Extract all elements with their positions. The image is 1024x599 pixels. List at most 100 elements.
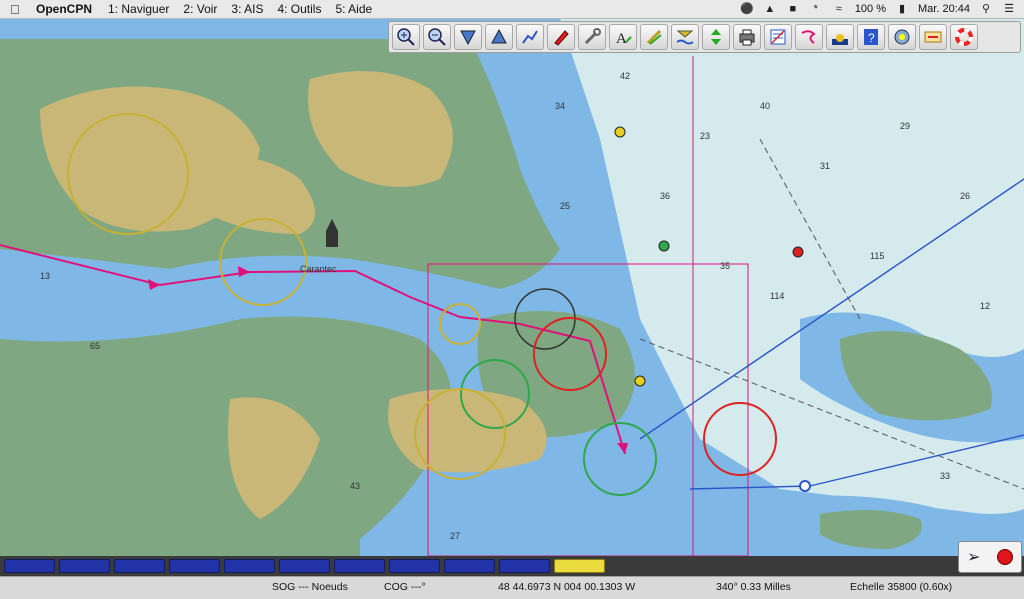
compass-widget[interactable]: ➢ (958, 541, 1022, 573)
chart-key-6[interactable] (279, 559, 330, 573)
svg-text:35: 35 (720, 261, 730, 271)
tide-icon (676, 30, 694, 45)
chart-key-8[interactable] (389, 559, 440, 573)
zoom-out-button[interactable] (423, 24, 451, 50)
clock[interactable]: Mar. 20:44 (918, 3, 970, 15)
follow-ship-button[interactable] (547, 24, 575, 50)
menu-voir[interactable]: 2: Voir (183, 2, 217, 16)
svg-text:29: 29 (900, 121, 910, 131)
svg-text:33: 33 (940, 471, 950, 481)
chart-toolbar: A ? (388, 21, 1021, 53)
chart-key-5[interactable] (224, 559, 275, 573)
scale-up-button[interactable] (485, 24, 513, 50)
print-icon (739, 29, 755, 46)
zoom-in-icon (397, 28, 415, 46)
print-button[interactable] (733, 24, 761, 50)
buoy-yellow[interactable] (614, 126, 626, 138)
north-arrow-icon: ➢ (967, 549, 981, 566)
current-icon (711, 29, 721, 45)
route-manager-button[interactable] (764, 24, 792, 50)
place-label: Carantec (300, 264, 337, 274)
buoy-green[interactable] (658, 240, 670, 252)
nautical-chart-canvas[interactable]: 34 42 23 40 31 29 26 115 35 114 25 36 12 33 65 1… (0, 19, 1024, 556)
svg-text:34: 34 (555, 101, 565, 111)
svg-text:12: 12 (980, 301, 990, 311)
man-overboard-icon (924, 31, 942, 43)
color-scheme-button[interactable] (826, 24, 854, 50)
status-item-icon-2[interactable]: ▲ (763, 3, 777, 15)
text-button[interactable]: A (609, 24, 637, 50)
pencil-tools-icon (646, 29, 662, 45)
svg-text:65: 65 (90, 341, 100, 351)
scale-readout: Echelle 35800 (0.60x) (850, 581, 953, 593)
chart-key-7[interactable] (334, 559, 385, 573)
battery-percent: 100 % (854, 3, 887, 15)
chart-key-1[interactable] (4, 559, 55, 573)
scale-down-icon (460, 30, 476, 46)
svg-text:A: A (616, 31, 627, 47)
route-manager-icon (770, 29, 786, 45)
chart-key-2[interactable] (59, 559, 110, 573)
svg-text:115: 115 (870, 251, 884, 261)
notification-center-icon[interactable]: ☰ (1002, 3, 1016, 15)
man-overboard-button[interactable] (919, 24, 947, 50)
text-icon: A (616, 31, 632, 47)
plugins-button[interactable] (888, 24, 916, 50)
bluetooth-icon[interactable]: * (809, 3, 823, 15)
tide-button[interactable] (671, 24, 699, 50)
pencil-tools-button[interactable] (640, 24, 668, 50)
color-scheme-icon (832, 34, 848, 45)
buoy-yellow-2[interactable] (634, 375, 646, 387)
svg-text:25: 25 (560, 201, 570, 211)
wifi-icon[interactable]: ≈ (832, 3, 846, 15)
battery-icon[interactable]: ▮ (895, 3, 909, 15)
svg-text:36: 36 (660, 191, 670, 201)
chart-key-3[interactable] (114, 559, 165, 573)
spotlight-search-icon[interactable]: ⚲ (979, 3, 993, 15)
route-icon (522, 30, 538, 44)
chart-key-11-active[interactable] (554, 559, 605, 573)
gps-status-icon (996, 549, 1013, 565)
zoom-out-icon (428, 28, 446, 46)
lifebuoy-button[interactable] (950, 24, 978, 50)
app-menu[interactable]: OpenCPN (36, 2, 92, 16)
menu-ais[interactable]: 3: AIS (231, 2, 263, 16)
svg-text:13: 13 (40, 271, 50, 281)
chart-piano-bar (0, 556, 1024, 576)
status-item-icon-3[interactable]: ■ (786, 3, 800, 15)
bearing-distance-readout: 340° 0.33 Milles (716, 581, 791, 593)
svg-text:?: ? (868, 31, 875, 45)
svg-text:23: 23 (700, 131, 710, 141)
cog-readout: COG ---° (384, 581, 426, 593)
menu-bar:  OpenCPN 1: Naviguer 2: Voir 3: AIS 4: … (0, 0, 1024, 19)
zoom-in-button[interactable] (392, 24, 420, 50)
menu-aide[interactable]: 5: Aide (335, 2, 372, 16)
help-button[interactable]: ? (857, 24, 885, 50)
scale-down-button[interactable] (454, 24, 482, 50)
svg-text:26: 26 (960, 191, 970, 201)
create-route-button[interactable] (516, 24, 544, 50)
buoy-red[interactable] (792, 246, 804, 258)
current-button[interactable] (702, 24, 730, 50)
apple-menu-icon[interactable]:  (10, 2, 28, 17)
chart-key-9[interactable] (444, 559, 495, 573)
svg-text:43: 43 (350, 481, 360, 491)
sog-readout: SOG --- Noeuds (272, 581, 348, 593)
svg-text:27: 27 (450, 531, 460, 541)
status-item-icon[interactable]: ⚫ (740, 3, 754, 15)
settings-wrench-icon (584, 28, 601, 45)
chart-key-10[interactable] (499, 559, 550, 573)
menu-outils[interactable]: 4: Outils (277, 2, 321, 16)
track-icon (801, 30, 816, 44)
status-bar: SOG --- Noeuds COG ---° 48 44.6973 N 004… (0, 576, 1024, 599)
svg-text:114: 114 (770, 291, 784, 301)
svg-text:42: 42 (620, 71, 630, 81)
plugins-icon (894, 29, 910, 45)
menu-naviguer[interactable]: 1: Naviguer (108, 2, 169, 16)
waypoint[interactable] (799, 480, 811, 492)
land-area-4 (388, 389, 547, 473)
settings-button[interactable] (578, 24, 606, 50)
chart-key-4[interactable] (169, 559, 220, 573)
track-button[interactable] (795, 24, 823, 50)
help-icon: ? (864, 29, 878, 45)
